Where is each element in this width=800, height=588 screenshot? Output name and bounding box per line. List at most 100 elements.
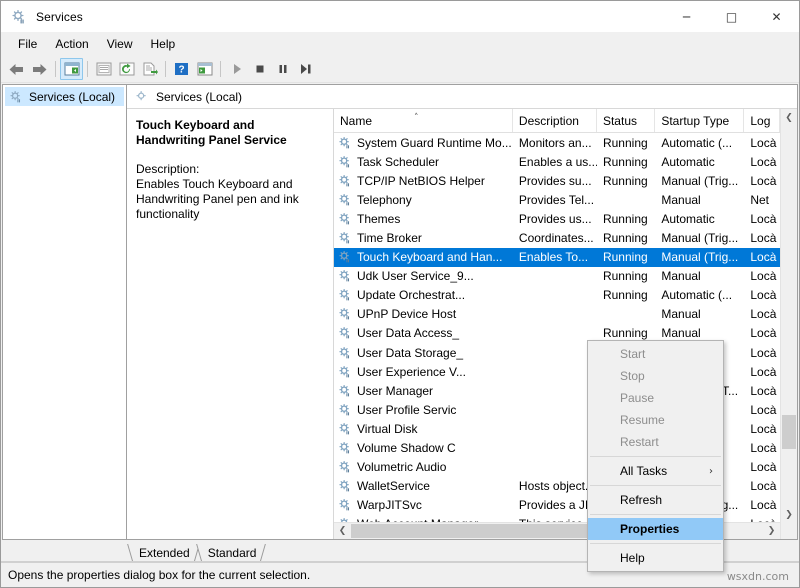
service-name-label: Udk User Service_9... [357,269,474,283]
table-row[interactable]: UPnP Device HostManualLocà [334,305,780,324]
service-gear-icon [338,326,352,340]
maximize-button[interactable]: □ [709,1,754,32]
hscroll-thumb[interactable] [351,524,597,538]
column-header-log-on-as[interactable]: Log [744,109,780,132]
refresh-icon[interactable] [115,58,138,80]
cell-startup-type: Automatic (... [655,288,744,302]
context-menu-item-stop: Stop [588,365,723,387]
watermark-text: wsxdn.com [727,570,789,583]
menu-help[interactable]: Help [142,34,185,54]
table-row[interactable]: Udk User Service_9...RunningManualLocà [334,267,780,286]
table-row[interactable]: System Guard Runtime Mo...Monitors an...… [334,133,780,152]
service-gear-icon [338,365,352,379]
table-row[interactable]: Time BrokerCoordinates...RunningManual (… [334,228,780,247]
submenu-chevron-icon: › [709,466,713,477]
export-to-file-icon[interactable] [138,58,161,80]
minimize-button[interactable]: ─ [664,1,709,32]
service-gear-icon [338,212,352,226]
service-gear-icon [338,136,352,150]
cell-description: Monitors an... [513,136,597,150]
stop-service-icon[interactable] [248,58,271,80]
cell-description: Provides Tel... [513,193,597,207]
cell-status: Running [597,136,655,150]
list-header: Name ˄ Description Status Startup Type L… [334,109,780,133]
vscroll-thumb[interactable] [782,415,796,449]
body-split: Services (Local) Servi [1,83,799,542]
help-icon[interactable]: ? [170,58,193,80]
service-name-label: Volumetric Audio [357,460,446,474]
service-name-label: Touch Keyboard and Han... [357,250,502,264]
service-gear-icon [338,346,352,360]
service-gear-icon [338,288,352,302]
service-name-label: User Data Access_ [357,326,459,340]
column-header-description[interactable]: Description [513,109,597,132]
scroll-left-icon[interactable]: ❮ [334,523,351,539]
table-row[interactable]: TCP/IP NetBIOS HelperProvides su...Runni… [334,171,780,190]
context-menu-separator [590,543,721,544]
cell-log-on-as: Locà [744,288,780,302]
pause-service-icon[interactable] [271,58,294,80]
table-row[interactable]: Touch Keyboard and Han...Enables To...Ru… [334,248,780,267]
cell-description: Hosts object... [513,479,597,493]
service-name-label: UPnP Device Host [357,307,456,321]
scroll-right-icon[interactable]: ❯ [763,523,780,539]
menu-action[interactable]: Action [46,34,97,54]
scroll-down-icon[interactable]: ❯ [781,506,797,523]
vertical-scrollbar[interactable]: ❮ ❯ [780,109,797,539]
context-menu-separator [590,514,721,515]
context-menu-item-start: Start [588,343,723,365]
cell-startup-type: Manual (Trig... [655,231,744,245]
context-menu-item-label: Restart [620,435,659,449]
cell-log-on-as: Locà [744,498,780,512]
column-header-startup-type[interactable]: Startup Type [655,109,744,132]
title-bar: Services ─ □ ✕ [1,1,799,32]
tab-standard[interactable]: Standard [198,544,265,562]
tab-extended[interactable]: Extended [129,544,198,562]
cell-log-on-as: Locà [744,479,780,493]
vscroll-track[interactable] [781,126,797,506]
tree-item-services-local[interactable]: Services (Local) [5,87,124,106]
forward-icon[interactable] [28,58,51,80]
column-header-status[interactable]: Status [597,109,655,132]
cell-startup-type: Automatic (... [655,136,744,150]
cell-log-on-as: Locà [744,212,780,226]
svg-text:?: ? [178,65,184,76]
cell-description: Enables a us... [513,155,597,169]
service-name-label: User Profile Servic [357,403,456,417]
tab-extended-label: Extended [139,546,190,560]
cell-status: Running [597,212,655,226]
cell-log-on-as: Locà [744,136,780,150]
menu-file[interactable]: File [9,34,46,54]
context-menu-item-refresh[interactable]: Refresh [588,489,723,511]
export-list-icon[interactable] [92,58,115,80]
cell-name: User Experience V... [334,365,513,379]
column-header-name[interactable]: Name ˄ [334,109,513,132]
context-menu-item-properties[interactable]: Properties [588,518,723,540]
menu-view[interactable]: View [98,34,142,54]
context-menu-item-help[interactable]: Help [588,547,723,569]
service-name-label: Telephony [357,193,412,207]
table-row[interactable]: TelephonyProvides Tel...ManualNet [334,190,780,209]
cell-log-on-as: Locà [744,403,780,417]
scrollbar-corner [781,523,797,539]
cell-description: Coordinates... [513,231,597,245]
close-button[interactable]: ✕ [754,1,799,32]
scroll-up-icon[interactable]: ❮ [781,109,797,126]
cell-startup-type: Manual [655,326,744,340]
cell-log-on-as: Locà [744,269,780,283]
service-name-label: User Manager [357,384,433,398]
selected-service-title: Touch Keyboard and Handwriting Panel Ser… [136,118,323,148]
cell-name: Volume Shadow C [334,441,513,455]
start-service-icon[interactable] [225,58,248,80]
restart-service-icon[interactable] [294,58,317,80]
table-row[interactable]: ThemesProvides us...RunningAutomaticLocà [334,209,780,228]
service-gear-icon [338,422,352,436]
tab-edge-right [260,544,267,564]
back-icon[interactable] [5,58,28,80]
context-menu-item-all-tasks[interactable]: All Tasks› [588,460,723,482]
show-action-pane-icon[interactable] [193,58,216,80]
menu-bar: File Action View Help [1,32,799,56]
show-hide-console-tree-icon[interactable] [60,58,83,80]
table-row[interactable]: Update Orchestrat...RunningAutomatic (..… [334,286,780,305]
table-row[interactable]: Task SchedulerEnables a us...RunningAuto… [334,152,780,171]
